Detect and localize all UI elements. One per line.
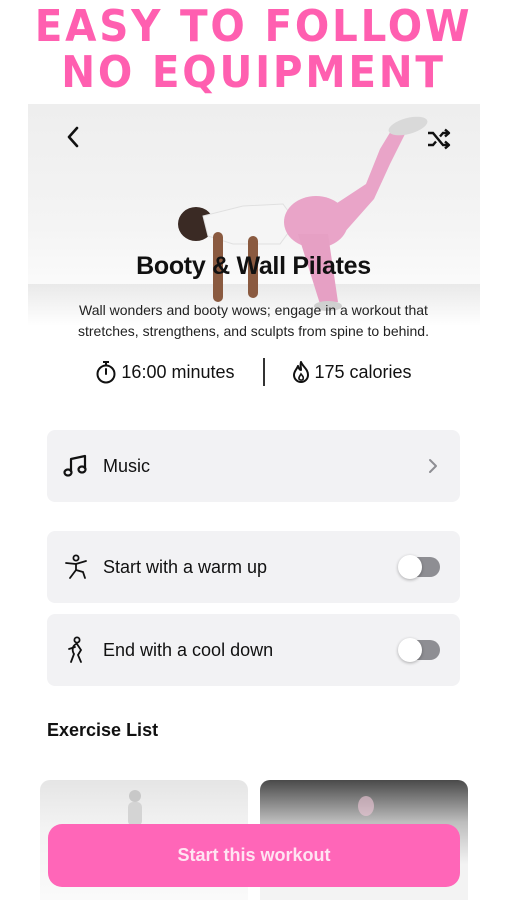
- shuffle-button[interactable]: [424, 124, 454, 154]
- music-note-icon: [63, 454, 87, 477]
- music-label: Music: [103, 455, 151, 476]
- cooldown-label: End with a cool down: [103, 639, 274, 660]
- cooldown-person-icon: [68, 636, 83, 663]
- promo-banner: EASY TO FOLLOW NO EQUIPMENT: [0, 0, 507, 100]
- warmup-option: Start with a warm up: [47, 531, 460, 603]
- stopwatch-icon: [96, 361, 116, 384]
- cooldown-toggle[interactable]: [398, 638, 440, 662]
- workout-figure-illustration: [178, 116, 428, 311]
- stretching-person-icon: [65, 554, 87, 579]
- chevron-left-icon: [67, 126, 79, 148]
- exercise-list-title: Exercise List: [47, 720, 159, 740]
- shuffle-icon: [428, 128, 451, 150]
- music-option[interactable]: Music: [47, 430, 460, 502]
- stats-divider: [262, 358, 265, 386]
- workout-stats: 16:00 minutes 175 calories: [0, 356, 507, 388]
- cooldown-option: End with a cool down: [47, 614, 460, 686]
- workout-description: Wall wonders and booty wows; engage in a…: [78, 302, 429, 339]
- warmup-toggle[interactable]: [398, 555, 440, 579]
- toggle-knob: [398, 555, 422, 579]
- start-workout-label: Start this workout: [177, 845, 331, 865]
- duration-value: 16:00 minutes: [121, 361, 235, 382]
- chevron-right-icon: [429, 459, 437, 473]
- hero-image: [28, 104, 480, 326]
- warmup-label: Start with a warm up: [103, 556, 268, 577]
- toggle-knob: [398, 638, 422, 662]
- flame-icon: [292, 361, 309, 383]
- promo-line-2: NO EQUIPMENT: [61, 47, 446, 98]
- workout-title: Booty & Wall Pilates: [136, 252, 371, 280]
- duration-stat: 16:00 minutes: [95, 360, 235, 384]
- promo-line-1: EASY TO FOLLOW: [34, 1, 473, 52]
- back-button[interactable]: [58, 122, 88, 152]
- calories-value: 175 calories: [314, 361, 412, 382]
- start-workout-button[interactable]: Start this workout: [48, 824, 460, 887]
- calories-stat: 175 calories: [291, 360, 412, 384]
